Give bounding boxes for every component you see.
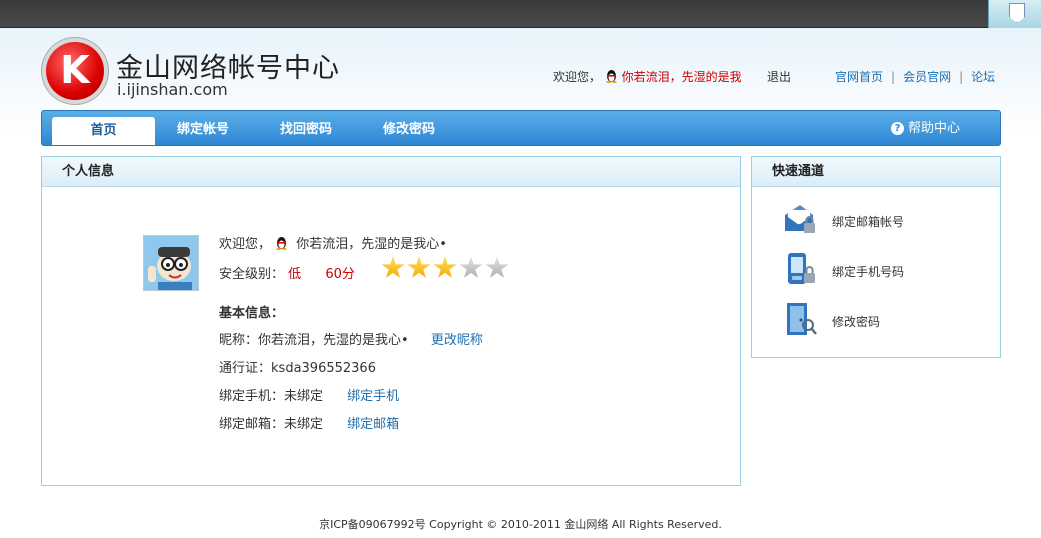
member-site-link[interactable]: 会员官网 (903, 70, 951, 84)
passport-line: 通行证：ksda396552366 (219, 357, 376, 376)
bookmark-flag-icon (1009, 3, 1025, 23)
phone-lock-icon (788, 253, 815, 284)
top-links: 官网首页 | 会员官网 | 论坛 (835, 68, 995, 85)
nickname-line: 昵称：你若流泪，先湿的是我心• 更改昵称 (219, 329, 483, 348)
security-level: 低 (288, 267, 302, 282)
qq-penguin-icon (276, 237, 287, 250)
quick-change-password-label: 修改密码 (832, 315, 881, 329)
tab-home[interactable]: 首页 (52, 117, 155, 145)
security-label: 安全级别： (219, 267, 285, 282)
quick-bind-email-label: 绑定邮箱帐号 (832, 215, 905, 229)
cartoon-avatar-icon (144, 236, 198, 290)
footer-copyright: 京ICP备09067992号 Copyright © 2010-2011 金山网… (319, 518, 722, 531)
help-center-link[interactable]: ? 帮助中心 (890, 111, 960, 145)
header-username[interactable]: 你若流泪，先湿的是我 (622, 70, 742, 84)
bind-phone-link[interactable]: 绑定手机 (347, 389, 399, 404)
star-empty-icon (485, 256, 509, 278)
passport-label: 通行证： (219, 361, 272, 376)
email-value: 未绑定 (284, 417, 324, 432)
quick-change-password[interactable]: 修改密码 (782, 301, 982, 341)
star-filled-icon (381, 256, 405, 278)
link-separator: | (891, 70, 896, 84)
email-label: 绑定邮箱： (219, 417, 285, 432)
welcome-label: 欢迎您， (553, 70, 602, 84)
tab-recover-password[interactable]: 找回密码 (280, 111, 332, 145)
tab-bind-account[interactable]: 绑定帐号 (177, 111, 229, 145)
help-question-icon: ? (890, 122, 904, 135)
change-nickname-link[interactable]: 更改昵称 (431, 333, 483, 348)
security-level-line: 安全级别： 低 60分 (219, 263, 355, 282)
email-line: 绑定邮箱：未绑定 绑定邮箱 (219, 413, 399, 432)
phone-value: 未绑定 (284, 389, 324, 404)
forum-link[interactable]: 论坛 (971, 70, 995, 84)
email-lock-icon (785, 205, 815, 233)
star-empty-icon (459, 256, 483, 278)
kingsoft-logo[interactable]: K (46, 42, 104, 100)
star-filled-icon (433, 256, 457, 278)
phone-label: 绑定手机： (219, 389, 285, 404)
quick-access-title: 快速通道 (752, 157, 1000, 187)
welcome-name: 你若流泪，先湿的是我心• (296, 237, 447, 252)
personal-info-title: 个人信息 (42, 157, 740, 187)
quick-bind-phone[interactable]: 绑定手机号码 (782, 251, 982, 291)
star-filled-icon (407, 256, 431, 278)
bind-email-link[interactable]: 绑定邮箱 (347, 417, 399, 432)
qq-penguin-icon (606, 70, 617, 83)
nickname-label: 昵称： (219, 333, 259, 348)
welcome-line: 欢迎您， 你若流泪，先湿的是我心• (219, 233, 447, 252)
personal-info-panel: 个人信息 欢迎您， 你若流泪，先湿的是我心• 安全级别： 低 60分 基本信息：… (41, 156, 741, 486)
top-bar (0, 0, 1041, 28)
main-nav: 首页 绑定帐号 找回密码 修改密码 ? 帮助中心 (41, 110, 1001, 146)
logo-letter: K (60, 48, 90, 92)
phone-line: 绑定手机：未绑定 绑定手机 (219, 385, 399, 404)
security-score: 60分 (325, 267, 355, 282)
logout-link[interactable]: 退出 (767, 68, 791, 85)
nickname-value: 你若流泪，先湿的是我心• (258, 333, 409, 348)
avatar[interactable] (143, 235, 199, 291)
quick-bind-email[interactable]: 绑定邮箱帐号 (782, 201, 982, 241)
passport-value: ksda396552366 (271, 361, 376, 376)
welcome-prefix: 欢迎您， (219, 237, 272, 252)
basic-info-title: 基本信息： (219, 306, 285, 321)
site-domain: i.ijinshan.com (117, 80, 228, 99)
door-key-icon (787, 303, 817, 335)
official-home-link[interactable]: 官网首页 (835, 70, 883, 84)
quick-bind-phone-label: 绑定手机号码 (832, 265, 905, 279)
security-stars (381, 256, 511, 283)
header-welcome: 欢迎您， 你若流泪，先湿的是我 (553, 68, 742, 85)
link-separator: | (959, 70, 964, 84)
quick-access-panel: 快速通道 绑定邮箱帐号 绑定手机号码 修改密码 (751, 156, 1001, 358)
tab-change-password[interactable]: 修改密码 (383, 111, 435, 145)
help-label: 帮助中心 (907, 121, 960, 136)
